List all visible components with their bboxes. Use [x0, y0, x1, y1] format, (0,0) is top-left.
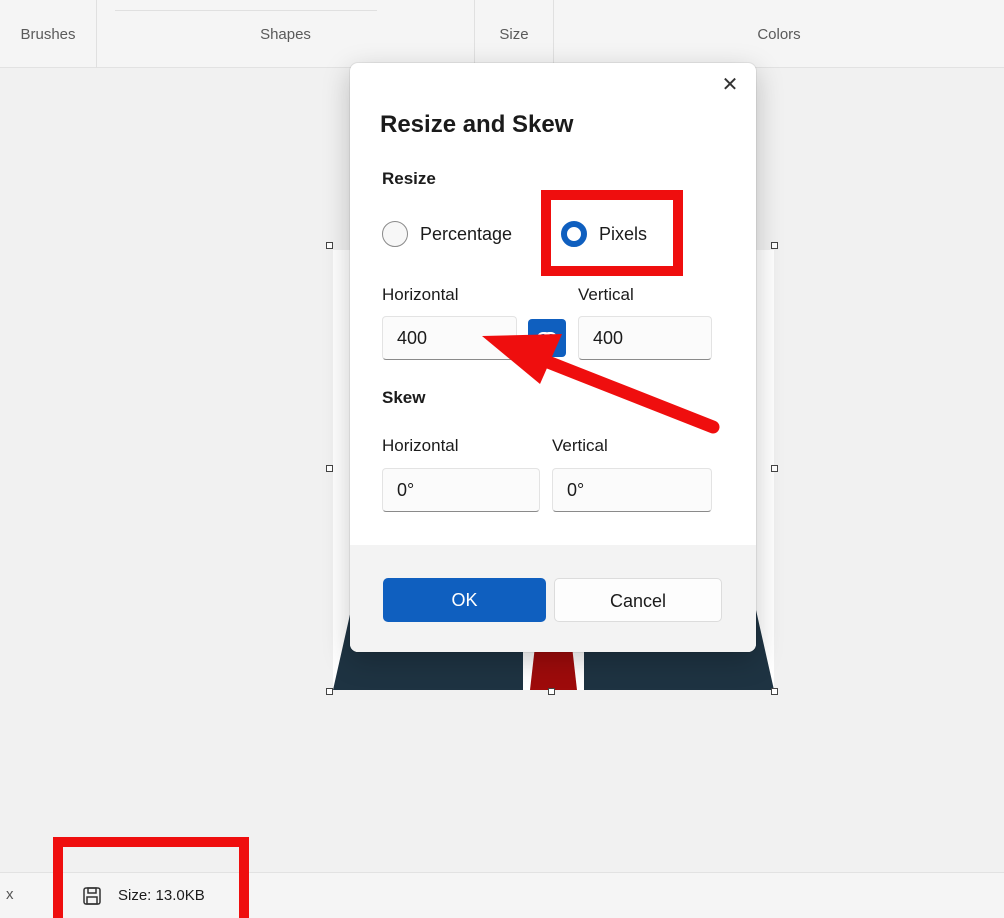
highlight-box-size	[53, 837, 249, 918]
arrow-shaft	[541, 355, 720, 434]
annotation-arrow	[482, 334, 720, 434]
arrow-head	[482, 334, 562, 384]
status-left-glyph: x	[6, 886, 14, 903]
